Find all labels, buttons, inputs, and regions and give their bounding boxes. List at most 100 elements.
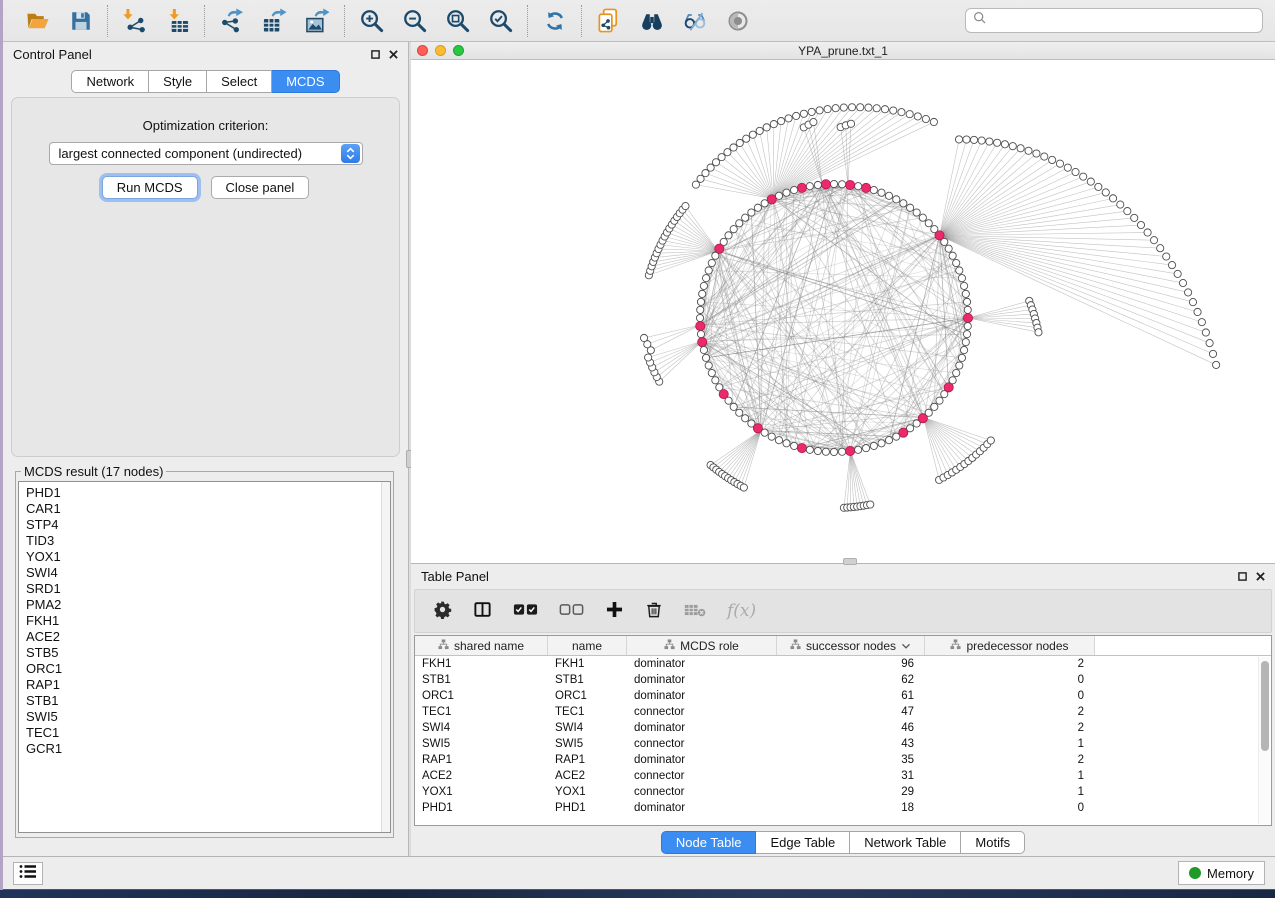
table-cell: PHD1: [548, 800, 627, 816]
tab-edge-table[interactable]: Edge Table: [756, 831, 850, 854]
result-list-item[interactable]: SRD1: [26, 581, 390, 597]
deselect-all-columns-button[interactable]: [559, 603, 584, 619]
table-scrollbar-thumb[interactable]: [1261, 661, 1269, 751]
table-row[interactable]: SWI4SWI4dominator462: [415, 720, 1271, 736]
show-columns-button[interactable]: [473, 600, 492, 622]
result-list-item[interactable]: SWI5: [26, 709, 390, 725]
memory-label: Memory: [1207, 866, 1254, 881]
table-row[interactable]: RAP1RAP1dominator352: [415, 752, 1271, 768]
horizontal-splitter-grip[interactable]: [843, 558, 857, 565]
float-table-panel-icon[interactable]: [1238, 572, 1247, 581]
result-list-item[interactable]: ACE2: [26, 629, 390, 645]
network-view-panel: YPA_prune.txt_1: [411, 42, 1275, 563]
result-list-item[interactable]: SWI4: [26, 565, 390, 581]
node-table[interactable]: shared name name MCDS role successor nodesp…: [414, 635, 1272, 826]
table-row[interactable]: FKH1FKH1dominator962: [415, 656, 1271, 672]
table-row[interactable]: TEC1TEC1connector472: [415, 704, 1271, 720]
table-cell: connector: [627, 736, 777, 752]
result-list-item[interactable]: ORC1: [26, 661, 390, 677]
close-panel-icon[interactable]: [389, 50, 398, 59]
column-header-name[interactable]: name: [548, 636, 627, 655]
table-cell: SWI4: [415, 720, 548, 736]
export-table-button[interactable]: [261, 7, 288, 34]
table-settings-icon: [433, 600, 452, 622]
search-box[interactable]: [965, 8, 1263, 33]
result-list-item[interactable]: YOX1: [26, 549, 390, 565]
result-list-item[interactable]: STB5: [26, 645, 390, 661]
close-table-panel-icon[interactable]: [1256, 572, 1265, 581]
result-list-item[interactable]: STP4: [26, 517, 390, 533]
open-session-button[interactable]: [24, 7, 51, 34]
run-mcds-button[interactable]: Run MCDS: [102, 176, 198, 199]
mcds-panel: Optimization criterion: largest connecte…: [11, 97, 400, 457]
search-input[interactable]: [992, 14, 1255, 28]
tab-motifs[interactable]: Motifs: [961, 831, 1025, 854]
result-list-scrollbar[interactable]: [381, 482, 390, 832]
table-row[interactable]: ACE2ACE2connector311: [415, 768, 1271, 784]
select-all-columns-button[interactable]: [513, 603, 538, 619]
column-header-predecessor-nodes[interactable]: predecessor nodes: [925, 636, 1095, 655]
save-session-button[interactable]: [67, 7, 94, 34]
table-cell: SWI5: [548, 736, 627, 752]
optimization-select[interactable]: largest connected component (undirected): [49, 142, 363, 165]
column-header-MCDS-role[interactable]: MCDS role: [627, 636, 777, 655]
toolbar-group: [107, 5, 204, 37]
task-list-icon: [19, 864, 37, 882]
zoom-selected-button[interactable]: [487, 7, 514, 34]
control-panel-header: Control Panel: [3, 42, 408, 67]
tab-network[interactable]: Network: [71, 70, 149, 93]
result-list-item[interactable]: GCR1: [26, 741, 390, 757]
column-header-successor-nodes[interactable]: successor nodes: [777, 636, 925, 655]
refresh-icon: [543, 9, 567, 33]
tab-mcds[interactable]: MCDS: [272, 70, 339, 93]
tab-node-table[interactable]: Node Table: [661, 831, 757, 854]
close-panel-button[interactable]: Close panel: [211, 176, 310, 199]
result-list-item[interactable]: TEC1: [26, 725, 390, 741]
table-row[interactable]: PHD1PHD1dominator180: [415, 800, 1271, 816]
result-list-item[interactable]: TID3: [26, 533, 390, 549]
export-image-button[interactable]: [304, 7, 331, 34]
tab-select[interactable]: Select: [207, 70, 272, 93]
float-panel-icon[interactable]: [371, 50, 380, 59]
import-table-button[interactable]: [164, 7, 191, 34]
network-canvas[interactable]: [411, 60, 1275, 563]
table-row[interactable]: YOX1YOX1connector291: [415, 784, 1271, 800]
result-list-item[interactable]: PHD1: [26, 485, 390, 501]
show-graphics-button[interactable]: [724, 7, 751, 34]
delete-columns-button[interactable]: [645, 600, 663, 622]
create-column-button[interactable]: [605, 600, 624, 622]
mcds-result-list[interactable]: PHD1CAR1STP4TID3YOX1SWI4SRD1PMA2FKH1ACE2…: [18, 481, 391, 833]
table-settings-button[interactable]: [433, 600, 452, 622]
tab-style[interactable]: Style: [149, 70, 207, 93]
table-row[interactable]: SWI5SWI5connector431: [415, 736, 1271, 752]
control-panel: Control Panel NetworkStyleSelectMCDS Opt…: [3, 42, 408, 856]
delete-columns-icon: [645, 600, 663, 622]
zoom-out-button[interactable]: [401, 7, 428, 34]
result-list-item[interactable]: RAP1: [26, 677, 390, 693]
column-label: shared name: [454, 639, 524, 653]
hide-graphics-button[interactable]: [681, 7, 708, 34]
export-network-button[interactable]: [218, 7, 245, 34]
table-cell: 0: [925, 672, 1095, 688]
table-scrollbar[interactable]: [1258, 657, 1270, 824]
refresh-button[interactable]: [541, 7, 568, 34]
result-list-item[interactable]: STB1: [26, 693, 390, 709]
tab-network-table[interactable]: Network Table: [850, 831, 961, 854]
result-list-item[interactable]: PMA2: [26, 597, 390, 613]
zoom-in-button[interactable]: [358, 7, 385, 34]
result-list-item[interactable]: CAR1: [26, 501, 390, 517]
result-list-item[interactable]: FKH1: [26, 613, 390, 629]
table-row[interactable]: ORC1ORC1dominator610: [415, 688, 1271, 704]
table-cell: dominator: [627, 752, 777, 768]
table-row[interactable]: STB1STB1dominator620: [415, 672, 1271, 688]
column-label: MCDS role: [680, 639, 739, 653]
column-header-shared-name[interactable]: shared name: [415, 636, 548, 655]
import-network-button[interactable]: [121, 7, 148, 34]
zoom-fit-button[interactable]: [444, 7, 471, 34]
table-cell: 2: [925, 656, 1095, 672]
memory-button[interactable]: Memory: [1178, 861, 1265, 885]
task-history-button[interactable]: [13, 862, 43, 885]
network-clone-button[interactable]: [595, 7, 622, 34]
binoculars-button[interactable]: [638, 7, 665, 34]
table-cell: connector: [627, 704, 777, 720]
